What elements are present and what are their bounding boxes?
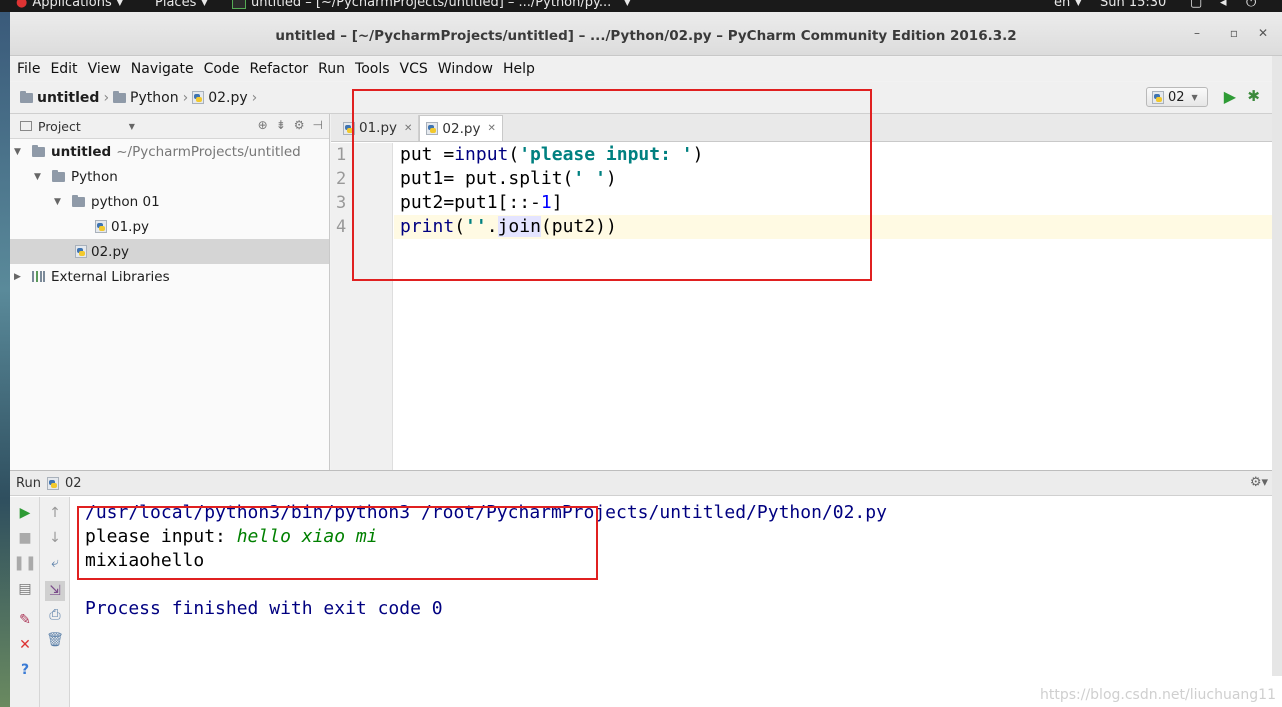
power-icon[interactable]: ⏻ — [1246, 0, 1256, 10]
tree-item-python[interactable]: ▼ Python — [10, 164, 329, 189]
chevron-down-icon: ▼ — [201, 0, 208, 7]
folder-icon — [52, 169, 65, 182]
collapse-all-icon[interactable]: ⇟ — [276, 118, 286, 132]
menu-window[interactable]: Window — [438, 61, 493, 77]
menu-navigate[interactable]: Navigate — [131, 61, 194, 77]
menu-file[interactable]: File — [17, 61, 40, 77]
desktop-background — [0, 12, 10, 707]
rerun-icon[interactable]: ▶ — [17, 505, 33, 521]
python-file-icon — [1152, 90, 1164, 104]
scroll-to-end-icon[interactable]: ⇲ — [45, 581, 65, 601]
system-top-bar: ● Applications ▼ Places ▼ untitled – [~/Py… — [0, 0, 1282, 12]
places-menu[interactable]: Places ▼ — [155, 0, 208, 10]
expand-arrow-icon[interactable]: ▼ — [34, 172, 46, 182]
menu-vcs[interactable]: VCS — [400, 61, 428, 77]
run-config-select[interactable]: 02 ▼ — [1146, 87, 1208, 107]
pause-icon[interactable]: ❚❚ — [13, 555, 36, 571]
chevron-down-icon: ▼ — [1191, 92, 1198, 102]
expand-arrow-icon[interactable]: ▼ — [54, 197, 66, 207]
library-icon — [32, 271, 45, 282]
run-panel-header: Run 02 ⚙▾ — [10, 471, 1282, 496]
debug-bug-icon[interactable]: ✱ — [1247, 87, 1260, 105]
expand-arrow-icon[interactable]: ▼ — [14, 147, 26, 157]
folder-icon — [113, 90, 127, 103]
gnome-foot-icon: ● — [16, 0, 28, 10]
vertical-scrollbar[interactable] — [1272, 56, 1282, 676]
print-icon[interactable]: ⎙ — [47, 607, 63, 623]
tree-item-external-libraries[interactable]: ▶ External Libraries — [10, 264, 329, 289]
chevron-down-icon: ▼ — [624, 0, 631, 7]
menu-bar: File Edit View Navigate Code Refactor Ru… — [10, 57, 1282, 81]
watermark: https://blog.csdn.net/liuchuang11 — [1039, 687, 1276, 703]
hide-panel-icon[interactable]: ⊣ — [313, 118, 323, 132]
run-tab-02[interactable]: 02 — [65, 476, 82, 491]
expand-arrow-icon[interactable]: ▶ — [14, 272, 26, 282]
chevron-down-icon: ▼ — [1075, 0, 1082, 7]
applications-menu[interactable]: ● Applications ▼ — [16, 0, 123, 10]
breadcrumb-separator-icon: › — [251, 89, 258, 106]
project-view-selector[interactable]: Project — [38, 119, 81, 134]
python-file-icon — [192, 91, 205, 104]
menu-help[interactable]: Help — [503, 61, 535, 77]
tree-item-untitled[interactable]: ▼ untitled ~/PycharmProjects/untitled — [10, 139, 329, 164]
breadcrumb-separator-icon: › — [182, 89, 189, 106]
run-icon[interactable]: ▶ — [1224, 87, 1236, 106]
run-toolbar-secondary: ↑ ↓ ⤶ ⇲ ⎙ 🗑 — [40, 497, 70, 707]
python-file-icon — [46, 476, 59, 490]
run-toolbar-primary: ▶ ■ ❚❚ ▤ ✎ ✕ ? — [10, 497, 40, 707]
python-file-icon — [75, 245, 87, 258]
window-title: untitled – [~/PycharmProjects/untitled] … — [275, 28, 1017, 44]
tree-item-02-py[interactable]: 02.py — [10, 239, 329, 264]
close-icon[interactable]: ✕ — [17, 637, 33, 653]
menu-view[interactable]: View — [88, 61, 121, 77]
breadcrumb-separator-icon: › — [103, 89, 110, 106]
scroll-from-source-icon[interactable]: ⊕ — [258, 118, 268, 132]
volume-icon[interactable]: ◂ — [1220, 0, 1227, 10]
taskbar-window-pycharm[interactable]: untitled – [~/PycharmProjects/untitled] … — [232, 0, 630, 10]
project-panel-header: Project ▼ ⊕ ⇟ ⚙ ⊣ — [10, 114, 329, 139]
arrow-up-icon[interactable]: ↑ — [47, 505, 63, 521]
pycharm-icon — [232, 0, 246, 9]
clock[interactable]: Sun 15:30 — [1100, 0, 1166, 10]
display-icon[interactable]: ▢ — [1190, 0, 1202, 10]
window-titlebar: untitled – [~/PycharmProjects/untitled] … — [10, 12, 1282, 56]
minimize-button[interactable]: – — [1194, 26, 1200, 40]
project-view-icon — [20, 121, 32, 131]
restore-layout-icon[interactable]: ▤ — [17, 581, 33, 597]
menu-run[interactable]: Run — [318, 61, 345, 77]
console-exit-line: Process finished with exit code 0 — [85, 598, 443, 619]
annotation-box-code — [352, 89, 872, 281]
folder-icon — [72, 194, 85, 207]
trash-icon[interactable]: 🗑 — [46, 632, 64, 648]
breadcrumb-python[interactable]: Python — [113, 90, 179, 106]
chevron-down-icon[interactable]: ▼ — [129, 122, 135, 131]
menu-tools[interactable]: Tools — [355, 61, 390, 77]
gear-icon[interactable]: ⚙ — [294, 118, 305, 132]
menu-code[interactable]: Code — [204, 61, 240, 77]
annotation-box-output — [77, 506, 598, 580]
help-icon[interactable]: ? — [17, 662, 33, 678]
stop-icon[interactable]: ■ — [17, 530, 33, 546]
tree-item-python-01[interactable]: ▼ python 01 — [10, 189, 329, 214]
breadcrumb-untitled[interactable]: untitled — [20, 90, 99, 106]
chevron-down-icon: ▼ — [116, 0, 123, 7]
arrow-down-icon[interactable]: ↓ — [47, 530, 63, 546]
keyboard-layout-menu[interactable]: en ▼ — [1054, 0, 1081, 10]
folder-icon — [32, 144, 45, 157]
menu-refactor[interactable]: Refactor — [249, 61, 308, 77]
soft-wrap-icon[interactable]: ⤶ — [47, 555, 63, 571]
python-file-icon — [95, 220, 107, 233]
folder-icon — [20, 90, 33, 103]
pycharm-window: untitled – [~/PycharmProjects/untitled] … — [10, 12, 1282, 707]
close-button[interactable]: ✕ — [1258, 26, 1268, 40]
gear-icon[interactable]: ⚙▾ — [1250, 475, 1268, 490]
menu-edit[interactable]: Edit — [50, 61, 77, 77]
tree-item-01-py[interactable]: 01.py — [10, 214, 329, 239]
project-panel: Project ▼ ⊕ ⇟ ⚙ ⊣ ▼ untitled ~/PycharmPr… — [10, 114, 330, 470]
pin-icon[interactable]: ✎ — [17, 612, 33, 628]
breadcrumb-02-py[interactable]: 02.py — [192, 90, 248, 106]
maximize-button[interactable]: ▫ — [1230, 26, 1238, 40]
